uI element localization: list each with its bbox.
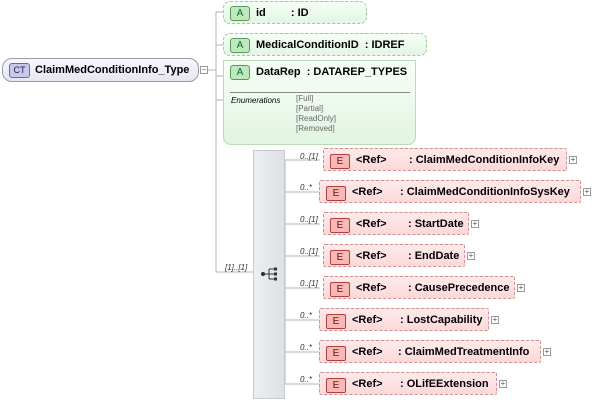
attribute-badge: A: [230, 65, 250, 80]
element-badge: E: [326, 314, 346, 329]
element-badge: E: [330, 154, 350, 169]
element-name: : ClaimMedTreatmentInfo: [398, 346, 530, 358]
expand-icon[interactable]: +: [491, 316, 499, 324]
attribute-medicalconditionid[interactable]: A MedicalConditionID : IDREF: [223, 33, 427, 56]
element-badge: E: [326, 186, 346, 201]
attribute-name: DataRep: [256, 66, 301, 78]
expand-icon[interactable]: +: [499, 380, 507, 388]
element-name: : CausePrecedence: [408, 282, 510, 294]
element-ref: <Ref>: [352, 378, 383, 390]
element-ref: <Ref>: [352, 346, 383, 358]
element-cardinality: 0..[1]: [300, 152, 318, 161]
element-cardinality: 0..*: [300, 343, 313, 352]
sequence-icon: [261, 267, 277, 281]
element-name: : ClaimMedConditionInfoKey: [409, 154, 560, 166]
element-name: : ClaimMedConditionInfoSysKey: [400, 186, 570, 198]
element-lostcapability[interactable]: E <Ref> : LostCapability: [319, 308, 489, 331]
element-ref: <Ref>: [356, 218, 387, 230]
sequence-cardinality: [1]..[1]: [225, 263, 248, 272]
attribute-datarep[interactable]: A DataRep : DATAREP_TYPES Enumerations […: [223, 60, 416, 145]
enumeration-value: [Full]: [296, 94, 314, 103]
expand-icon[interactable]: +: [543, 348, 551, 356]
enumeration-value: [Removed]: [296, 124, 335, 133]
attribute-name: id: [256, 7, 266, 19]
expand-icon[interactable]: +: [583, 188, 591, 196]
element-badge: E: [330, 282, 350, 297]
enumeration-value: [ReadOnly]: [296, 114, 337, 123]
element-ref: <Ref>: [352, 314, 383, 326]
element-cardinality: 0..*: [300, 183, 313, 192]
attribute-badge: A: [230, 38, 250, 53]
element-enddate[interactable]: E <Ref> : EndDate: [323, 244, 465, 267]
element-ref: <Ref>: [356, 154, 387, 166]
complex-type-name: ClaimMedConditionInfo_Type: [35, 64, 190, 76]
complex-type-node[interactable]: CT ClaimMedConditionInfo_Type: [2, 58, 199, 82]
element-claimmedtreatmentinfo[interactable]: E <Ref> : ClaimMedTreatmentInfo: [319, 340, 541, 363]
element-name: : LostCapability: [400, 314, 483, 326]
element-cardinality: 0..[1]: [300, 247, 318, 256]
attribute-type: : IDREF: [364, 39, 405, 51]
expand-icon[interactable]: +: [467, 252, 475, 260]
collapse-icon[interactable]: −: [200, 66, 208, 74]
element-badge: E: [330, 218, 350, 233]
element-badge: E: [326, 378, 346, 393]
element-badge: E: [326, 346, 346, 361]
attribute-id[interactable]: A id : ID: [223, 1, 367, 24]
element-name: : StartDate: [408, 218, 464, 230]
element-ref: <Ref>: [356, 250, 387, 262]
element-name: : EndDate: [408, 250, 460, 262]
expand-icon[interactable]: +: [569, 156, 577, 164]
enumeration-divider: [230, 92, 410, 93]
element-claimmedconditioninfokey[interactable]: E <Ref> : ClaimMedConditionInfoKey: [323, 148, 567, 171]
attribute-badge: A: [230, 6, 250, 21]
expand-icon[interactable]: +: [517, 284, 525, 292]
expand-icon[interactable]: +: [471, 220, 479, 228]
element-cardinality: 0..*: [300, 375, 313, 384]
enumeration-value: [Partial]: [296, 104, 324, 113]
element-ref: <Ref>: [352, 186, 383, 198]
element-ref: <Ref>: [356, 282, 387, 294]
enumeration-values: [Full] [Partial] [ReadOnly] [Removed]: [296, 94, 336, 134]
attribute-type: : DATAREP_TYPES: [306, 66, 408, 78]
enumerations-title: Enumerations: [231, 96, 281, 105]
attribute-type: : ID: [290, 7, 309, 19]
element-claimmedconditioninfosyskey[interactable]: E <Ref> : ClaimMedConditionInfoSysKey: [319, 180, 581, 203]
element-cardinality: 0..*: [300, 311, 313, 320]
element-cardinality: 0..[1]: [300, 279, 318, 288]
element-startdate[interactable]: E <Ref> : StartDate: [323, 212, 469, 235]
element-cardinality: 0..[1]: [300, 215, 318, 224]
sequence-compositor[interactable]: [253, 150, 285, 399]
attribute-name: MedicalConditionID: [256, 39, 359, 51]
element-olifeextension[interactable]: E <Ref> : OLifEExtension: [319, 372, 497, 395]
element-name: : OLifEExtension: [400, 378, 489, 390]
element-badge: E: [330, 250, 350, 265]
element-causeprecedence[interactable]: E <Ref> : CausePrecedence: [323, 276, 515, 299]
complex-type-badge: CT: [9, 63, 30, 78]
